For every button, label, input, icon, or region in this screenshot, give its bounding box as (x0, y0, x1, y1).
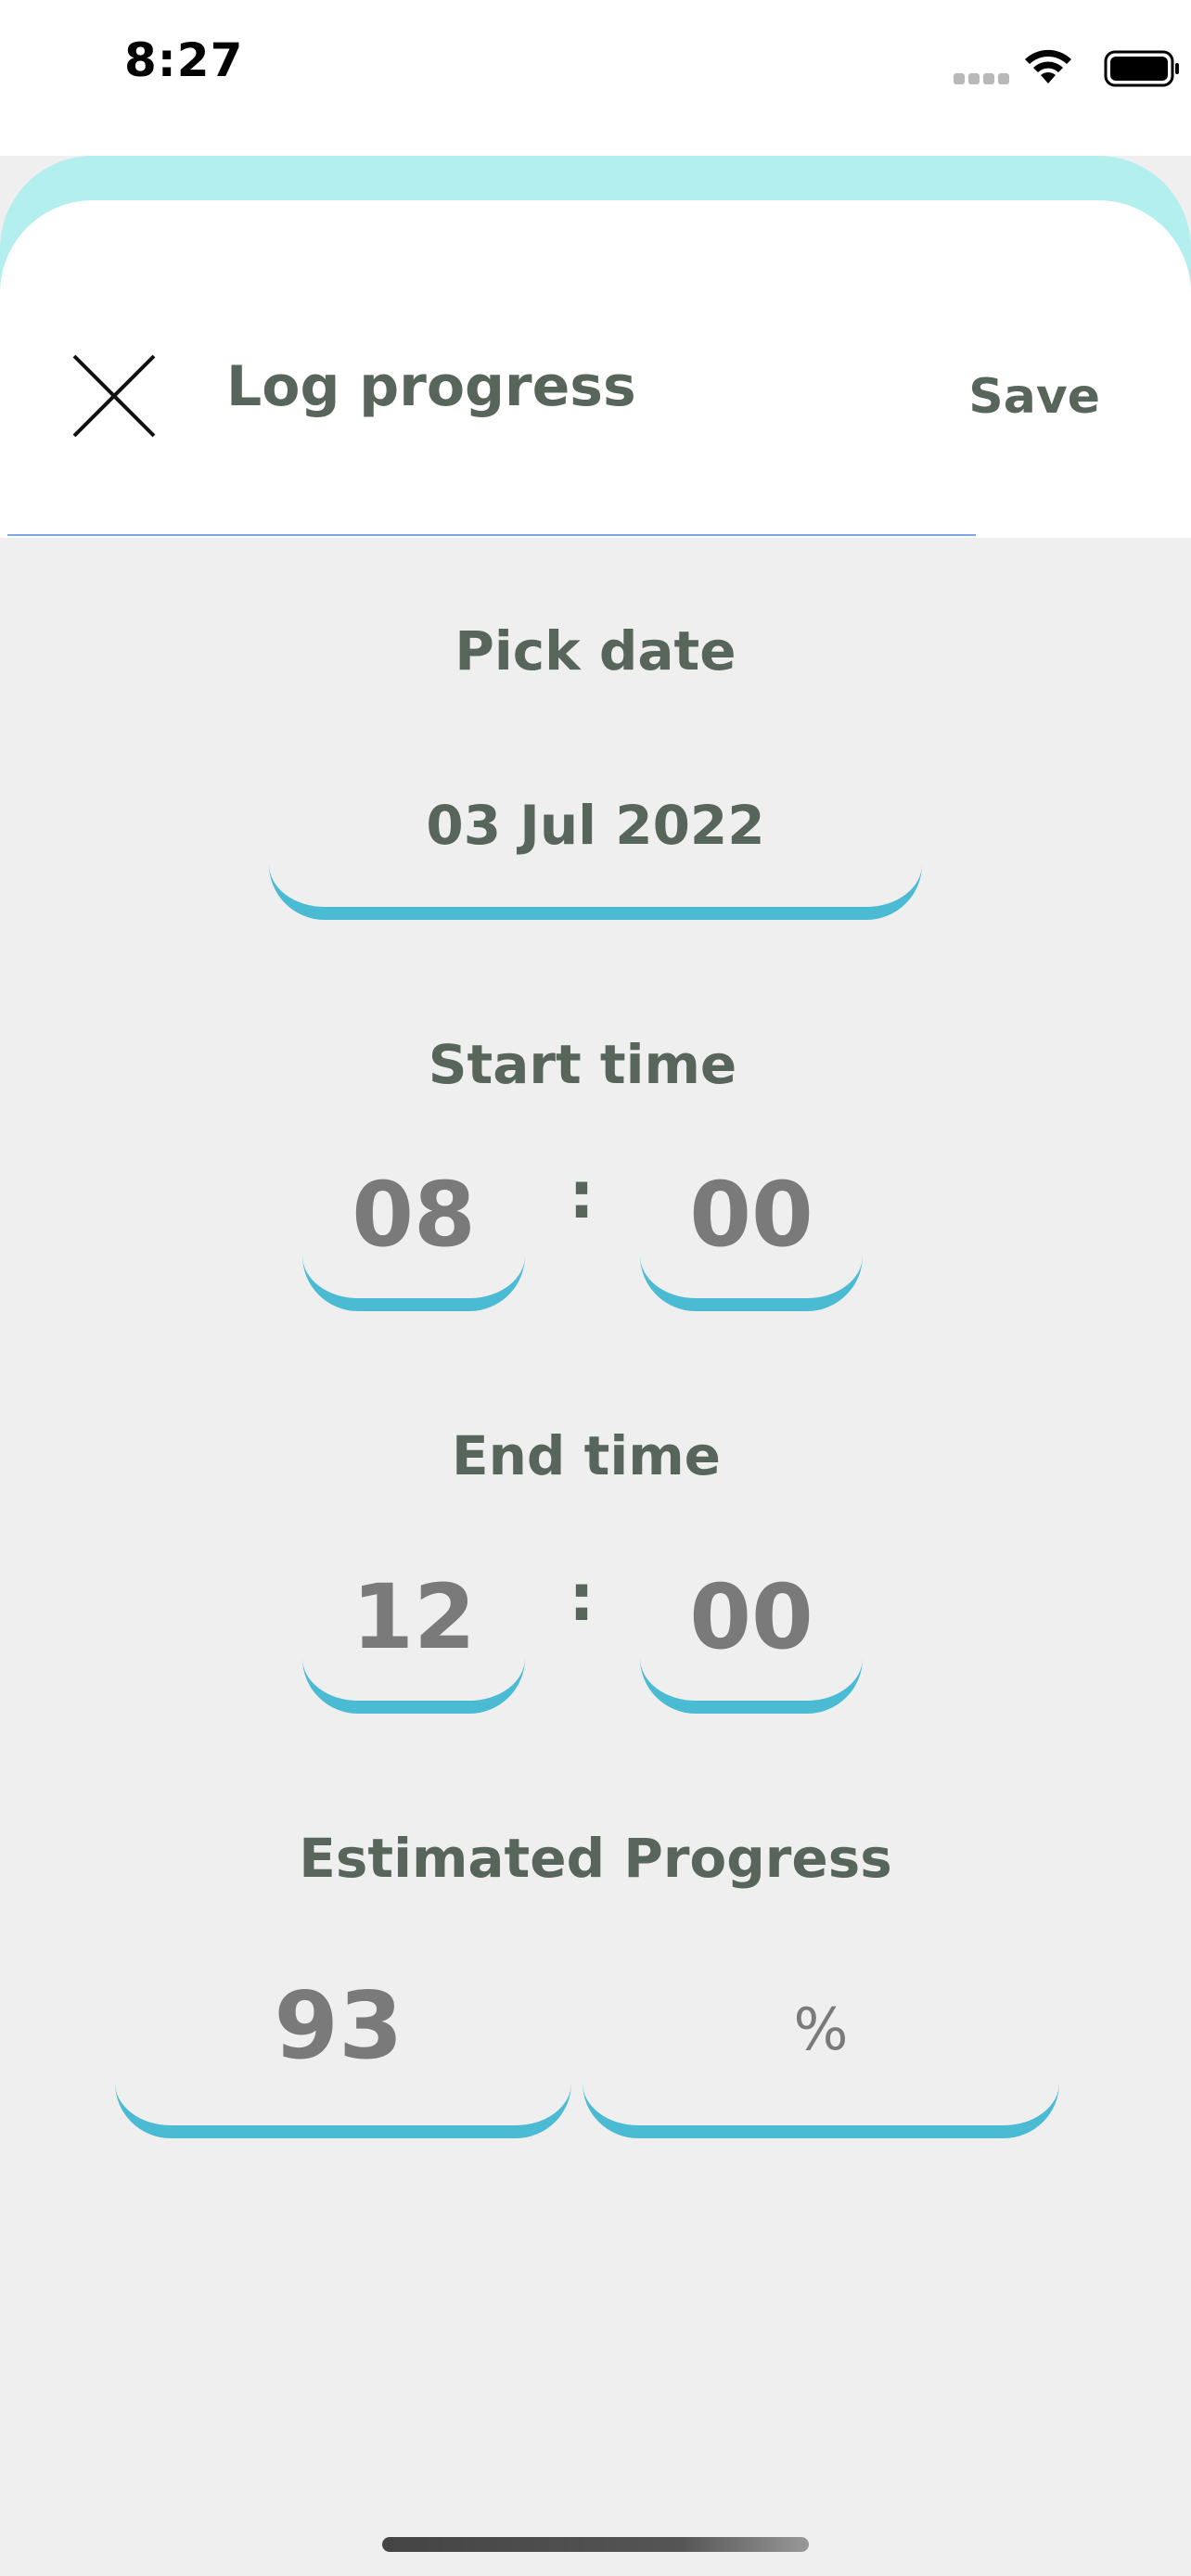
status-bar: 8:27 (0, 0, 1191, 156)
end-minutes-value: 00 (689, 1565, 813, 1669)
start-minutes-field[interactable]: 00 (640, 1155, 863, 1311)
date-value: 03 Jul 2022 (426, 794, 765, 857)
end-minutes-field[interactable]: 00 (640, 1558, 863, 1714)
signal-icon (954, 70, 1013, 88)
date-field[interactable]: 03 Jul 2022 (269, 779, 922, 920)
header-divider (7, 534, 976, 536)
status-time: 8:27 (124, 33, 244, 87)
end-time-label: End time (452, 1424, 721, 1487)
pick-date-label: Pick date (455, 619, 736, 682)
battery-icon (1104, 50, 1179, 87)
progress-value: 93 (274, 1971, 403, 2080)
start-minutes-value: 00 (689, 1163, 813, 1267)
start-time-label: Start time (428, 1033, 737, 1096)
home-indicator[interactable] (382, 2537, 809, 2552)
close-icon[interactable] (67, 352, 160, 445)
progress-unit-field[interactable]: % (583, 1957, 1059, 2138)
end-hours-value: 12 (352, 1565, 476, 1669)
estimated-progress-label: Estimated Progress (299, 1827, 892, 1890)
progress-input[interactable]: 93 (115, 1957, 571, 2138)
save-button[interactable]: Save (968, 369, 1100, 425)
start-hours-field[interactable]: 08 (302, 1155, 525, 1311)
end-hours-field[interactable]: 12 (302, 1558, 525, 1714)
start-time-separator: : (569, 1157, 595, 1233)
start-hours-value: 08 (352, 1163, 476, 1267)
end-time-separator: : (569, 1560, 595, 1636)
wifi-icon (1025, 49, 1071, 83)
page-title: Log progress (226, 354, 636, 419)
progress-unit: % (793, 1996, 849, 2063)
